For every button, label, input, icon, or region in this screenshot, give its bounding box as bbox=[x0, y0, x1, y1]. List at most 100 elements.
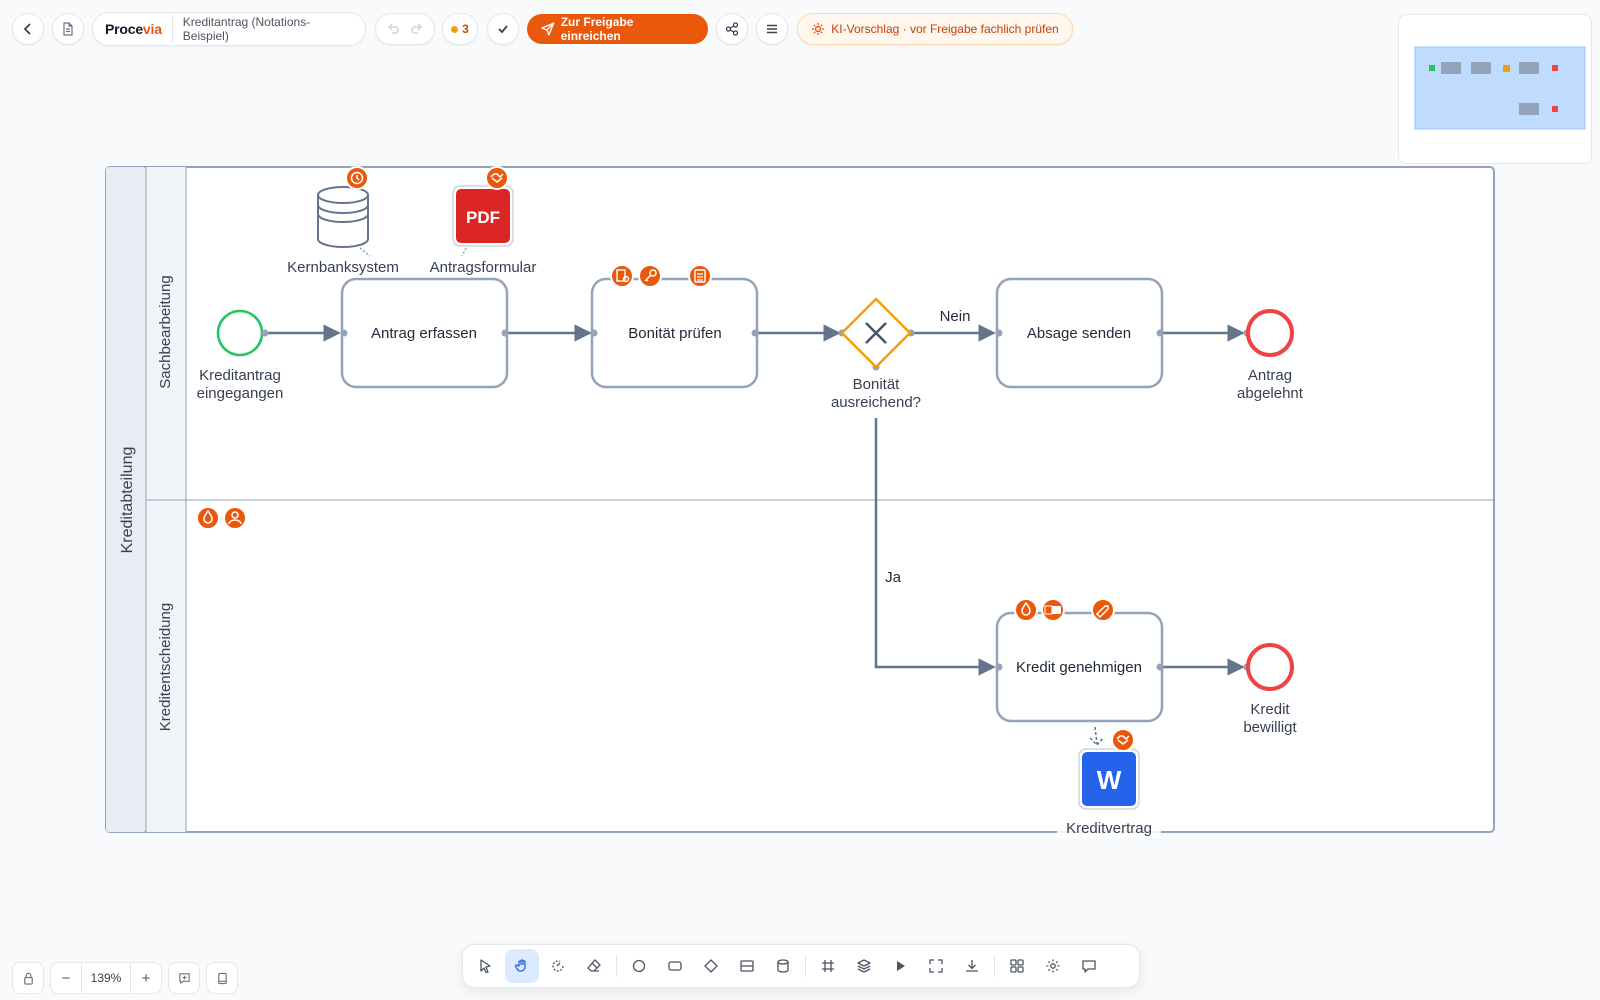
task-label: Bonität prüfen bbox=[628, 325, 721, 342]
document-word-label: Kreditvertrag bbox=[1057, 820, 1161, 838]
select-tool[interactable] bbox=[469, 949, 503, 983]
cursor-icon bbox=[480, 959, 491, 974]
task-tool[interactable] bbox=[658, 949, 692, 983]
menu-button[interactable] bbox=[756, 13, 788, 45]
eraser-tool[interactable] bbox=[577, 949, 611, 983]
lane-icon bbox=[740, 960, 754, 972]
data-store-tool[interactable] bbox=[766, 949, 800, 983]
diamond-icon bbox=[704, 959, 718, 973]
ai-suggestion-banner[interactable]: KI-Vorschlag · vor Freigabe fachlich prü… bbox=[797, 13, 1073, 45]
lock-icon bbox=[23, 972, 33, 985]
end-event-rejected-label: Antrag abgelehnt bbox=[1230, 367, 1310, 403]
rectangle-icon bbox=[668, 961, 682, 971]
handshake-icon[interactable] bbox=[485, 166, 509, 190]
back-button[interactable] bbox=[12, 13, 44, 45]
layers-icon bbox=[857, 959, 871, 973]
settings-button[interactable] bbox=[1036, 949, 1070, 983]
eraser-icon bbox=[587, 959, 601, 972]
end-event-rejected[interactable] bbox=[1246, 309, 1294, 357]
end-event-approved[interactable] bbox=[1246, 643, 1294, 691]
grid-icon bbox=[822, 960, 834, 972]
document-button[interactable] bbox=[52, 13, 84, 45]
task-kredit-genehmigen[interactable]: Kredit genehmigen bbox=[995, 611, 1164, 723]
brand-logo: Procevia bbox=[105, 21, 162, 37]
database-icon bbox=[777, 959, 789, 973]
document-antragsformular[interactable]: PDF bbox=[452, 185, 514, 257]
form-icon[interactable] bbox=[688, 264, 712, 288]
undo-redo-group bbox=[375, 13, 435, 45]
task-label: Kredit genehmigen bbox=[1016, 659, 1142, 676]
task-antrag-erfassen[interactable]: Antrag erfassen bbox=[340, 277, 509, 389]
lasso-tool[interactable] bbox=[541, 949, 575, 983]
lane-tool[interactable] bbox=[730, 949, 764, 983]
share-icon bbox=[725, 22, 739, 36]
task-bonitaet-pruefen[interactable]: Bonität prüfen bbox=[590, 277, 759, 389]
task-label: Absage senden bbox=[1027, 325, 1131, 342]
validate-button[interactable] bbox=[487, 13, 519, 45]
zoom-in-button[interactable]: + bbox=[131, 963, 161, 993]
task-absage-senden[interactable]: Absage senden bbox=[995, 277, 1164, 389]
circle-icon bbox=[632, 959, 646, 973]
lasso-icon bbox=[552, 960, 564, 972]
tag-icon[interactable] bbox=[1091, 598, 1115, 622]
simulate-button[interactable] bbox=[883, 949, 917, 983]
comment-add-button[interactable] bbox=[168, 962, 200, 994]
minimap[interactable] bbox=[1398, 14, 1592, 164]
play-icon bbox=[897, 961, 905, 971]
pool-label: Kreditabteilung bbox=[119, 447, 136, 554]
download-icon bbox=[966, 960, 978, 972]
gear-icon bbox=[1046, 959, 1060, 973]
title-bar: Procevia Kreditantrag (Notations-Beispie… bbox=[92, 12, 366, 46]
sun-sparkle-icon bbox=[812, 23, 825, 35]
toolbar-divider bbox=[805, 955, 806, 977]
issue-count: 3 bbox=[462, 22, 469, 36]
lock-button[interactable] bbox=[12, 962, 44, 994]
zoom-group: − 139% + bbox=[50, 962, 162, 994]
comments-button[interactable] bbox=[1072, 949, 1106, 983]
apps-button[interactable] bbox=[1000, 949, 1034, 983]
comment-icon bbox=[1082, 960, 1096, 973]
gateway-tool[interactable] bbox=[694, 949, 728, 983]
start-event[interactable] bbox=[216, 309, 264, 357]
fullscreen-icon bbox=[929, 959, 943, 973]
event-tool[interactable] bbox=[622, 949, 656, 983]
panel-button[interactable] bbox=[206, 962, 238, 994]
redo-icon[interactable] bbox=[410, 22, 424, 36]
data-store-label: Kernbanksystem bbox=[283, 259, 403, 277]
diagram-canvas[interactable]: Kreditabteilung Sachbearbeitung Krediten… bbox=[0, 0, 1600, 1000]
grid-toggle[interactable] bbox=[811, 949, 845, 983]
flow-label-nein: Nein bbox=[940, 308, 971, 325]
document-label: Antragsformular bbox=[421, 259, 545, 277]
share-button[interactable] bbox=[716, 13, 748, 45]
task-label: Antrag erfassen bbox=[371, 325, 477, 342]
toolbar-divider bbox=[616, 955, 617, 977]
gateway-label: Bonität ausreichend? bbox=[826, 376, 926, 412]
hand-icon bbox=[514, 959, 526, 972]
send-icon bbox=[541, 22, 555, 36]
start-event-label: Kreditantrag eingegangen bbox=[192, 367, 288, 403]
layers-button[interactable] bbox=[847, 949, 881, 983]
zoom-level[interactable]: 139% bbox=[81, 963, 131, 993]
comment-plus-icon bbox=[178, 972, 190, 984]
lane-label-sachbearbeitung: Sachbearbeitung bbox=[157, 275, 174, 388]
lane-label-kreditentscheidung: Kreditentscheidung bbox=[157, 603, 174, 731]
chevron-left-icon bbox=[23, 23, 31, 35]
status-dot-icon bbox=[451, 25, 459, 33]
end-event-approved-label: Kredit bewilligt bbox=[1230, 701, 1310, 737]
hand-tool[interactable] bbox=[505, 949, 539, 983]
flow-label-ja: Ja bbox=[885, 569, 902, 586]
handshake-icon[interactable] bbox=[1111, 728, 1135, 752]
fit-view-button[interactable] bbox=[919, 949, 953, 983]
zoom-out-button[interactable]: − bbox=[51, 963, 81, 993]
document-search-icon[interactable] bbox=[610, 264, 634, 288]
issues-badge[interactable]: 3 bbox=[442, 13, 478, 45]
undo-icon[interactable] bbox=[386, 22, 400, 36]
word-icon: W bbox=[1097, 765, 1122, 795]
file-icon bbox=[63, 22, 73, 36]
menu-icon bbox=[767, 24, 777, 34]
pdf-icon: PDF bbox=[466, 208, 500, 227]
submit-for-approval-button[interactable]: Zur Freigabe einreichen bbox=[527, 14, 708, 44]
document-title: Kreditantrag (Notations-Beispiel) bbox=[171, 15, 353, 43]
apps-grid-icon bbox=[1010, 959, 1024, 973]
download-button[interactable] bbox=[955, 949, 989, 983]
